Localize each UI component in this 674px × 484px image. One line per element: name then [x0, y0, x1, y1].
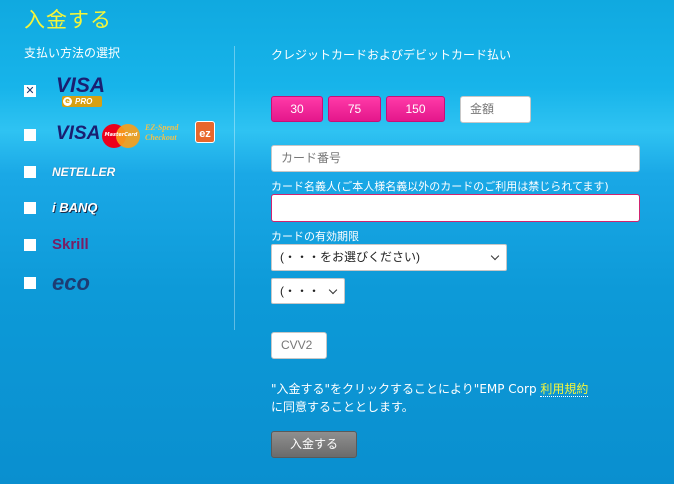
ez-spend-text: EZ-Spend Checkout	[145, 123, 179, 142]
payment-method-neteller[interactable]: NETELLER	[24, 165, 115, 179]
cardholder-label: カード名義人(ご本人様名義以外のカードのご利用は禁じられてます)	[271, 180, 609, 193]
visa-logo-text: VISA	[56, 74, 106, 97]
agreement-prefix: "入金する"をクリックすることにより"EMP Corp	[271, 382, 541, 396]
expiry-month-value: (・・・をお選びください)	[280, 250, 420, 264]
cvv-input[interactable]: CVV2	[271, 332, 327, 359]
expiry-year-select[interactable]: (・・・	[271, 278, 345, 304]
page-title: 入金する	[24, 8, 112, 32]
visa-mastercard-ez-logo: VISA MasterCard EZ-Spend Checkout ez	[52, 121, 217, 149]
payment-method-skrill[interactable]: Skrill	[24, 236, 89, 253]
checkbox-visa-mastercard[interactable]	[24, 129, 36, 141]
agreement-text: "入金する"をクリックすることにより"EMP Corp 利用規約 に同意すること…	[271, 380, 651, 416]
visa-epro-logo: VISA e PRO	[52, 74, 118, 108]
payment-method-visa-epro[interactable]: ✕ VISA e PRO	[24, 74, 118, 108]
epro-badge: e PRO	[62, 96, 102, 107]
payment-method-heading: 支払い方法の選択	[24, 46, 121, 60]
checkbox-visa-epro[interactable]: ✕	[24, 85, 36, 97]
expiry-label: カードの有効期限	[271, 230, 359, 243]
mastercard-icon: MasterCard	[102, 124, 140, 148]
payment-method-visa-mastercard[interactable]: VISA MasterCard EZ-Spend Checkout ez	[24, 121, 217, 149]
visa-logo-text: VISA	[56, 123, 101, 144]
chevron-down-icon	[490, 251, 500, 261]
checkbox-skrill[interactable]	[24, 238, 36, 251]
checkbox-neteller[interactable]	[24, 166, 36, 178]
card-number-input[interactable]: カード番号	[271, 145, 640, 172]
payment-method-ibanq[interactable]: i BANQ	[24, 200, 98, 215]
ez-badge-icon: ez	[195, 121, 215, 143]
expiry-year-value: (・・・	[280, 284, 320, 298]
deposit-submit-button[interactable]: 入金する	[271, 431, 357, 458]
payment-method-eco[interactable]: eco	[24, 271, 90, 295]
terms-link[interactable]: 利用規約	[540, 382, 589, 397]
ibanq-logo: i BANQ	[52, 200, 98, 215]
amount-button-30[interactable]: 30	[271, 96, 323, 122]
expiry-month-select[interactable]: (・・・をお選びください)	[271, 244, 507, 271]
amount-input[interactable]: 金額	[460, 96, 531, 123]
cardholder-input[interactable]	[271, 194, 640, 222]
skrill-logo: Skrill	[52, 236, 89, 253]
neteller-logo: NETELLER	[52, 165, 116, 179]
chevron-down-icon	[328, 285, 338, 295]
checkbox-ibanq[interactable]	[24, 201, 36, 214]
amount-button-150[interactable]: 150	[386, 96, 445, 122]
card-payment-heading: クレジットカードおよびデビットカード払い	[271, 48, 512, 62]
checkbox-eco[interactable]	[24, 277, 36, 289]
agreement-suffix: に同意することとします。	[271, 400, 414, 414]
column-divider	[234, 46, 235, 330]
eco-logo: eco	[52, 270, 90, 295]
amount-button-75[interactable]: 75	[328, 96, 381, 122]
